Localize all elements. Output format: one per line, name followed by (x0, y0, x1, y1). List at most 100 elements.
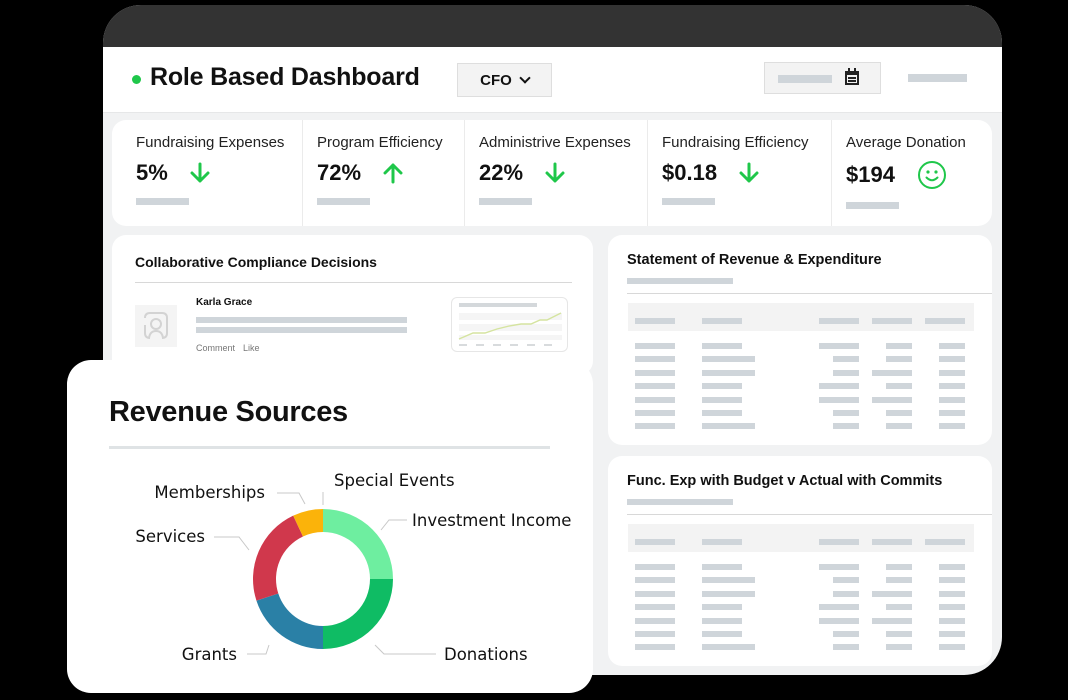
table-cell (702, 590, 755, 597)
table-cell (702, 369, 755, 376)
calendar-icon (845, 68, 859, 85)
table-cell (702, 564, 742, 570)
table-cell (702, 644, 755, 651)
mini-chart-title-placeholder (459, 303, 537, 307)
kpi-value: 72% (317, 160, 362, 185)
table-cell (702, 423, 755, 430)
header-link-placeholder[interactable] (908, 74, 967, 82)
func-exp-title: Func. Exp with Budget v Actual with Comm… (627, 473, 943, 489)
table-cell (886, 644, 912, 651)
table-cell (886, 383, 912, 390)
table-cell (886, 423, 912, 430)
kpi-value: 22% (479, 160, 524, 185)
table-cell (939, 631, 965, 637)
kpi-fundraising-expenses[interactable]: Fundraising Expenses 5% (112, 120, 303, 226)
table-cell (872, 617, 912, 624)
table-cell (819, 604, 859, 611)
table-header-cell (925, 539, 965, 545)
table-cell (635, 590, 675, 597)
status-dot-icon (132, 75, 141, 84)
kpi-placeholder-bar (136, 198, 189, 205)
table-cell (819, 343, 859, 349)
table-cell (702, 631, 742, 637)
subtitle-placeholder (627, 278, 733, 284)
kpi-program-efficiency[interactable]: Program Efficiency 72% (303, 120, 465, 226)
kpi-value: $194 (846, 162, 895, 187)
arrow-down-icon (545, 162, 565, 184)
table-cell (635, 564, 675, 570)
table-cell (833, 631, 859, 637)
table-cell (702, 577, 755, 584)
table-cell (635, 383, 675, 390)
table-cell (939, 423, 965, 430)
table-cell (702, 604, 742, 611)
arrow-down-icon (190, 162, 210, 184)
slice-label-services: Services (135, 527, 205, 546)
table-cell (833, 644, 859, 651)
comment-actions: Comment Like (196, 343, 260, 353)
user-placeholder-icon (144, 312, 168, 339)
donut-slice-investment-income[interactable] (323, 509, 393, 579)
table-header (628, 303, 974, 331)
table-cell (939, 644, 965, 651)
leader-line (374, 644, 436, 655)
table-header (628, 524, 974, 552)
table-cell (833, 577, 859, 584)
kpi-placeholder-bar (479, 198, 532, 205)
table-cell (635, 369, 675, 376)
revenue-sources-card: Revenue Sources Investment Income Donatio… (67, 360, 593, 693)
leader-line (247, 644, 270, 655)
leader-line (214, 536, 250, 551)
table-cell (833, 356, 859, 363)
slice-label-grants: Grants (182, 645, 237, 664)
table-cell (635, 356, 675, 363)
table-cell (702, 356, 755, 363)
table-cell (635, 644, 675, 651)
donut-slice-donations[interactable] (323, 579, 393, 649)
role-dropdown[interactable]: CFO (457, 63, 552, 97)
arrow-down-icon (739, 162, 759, 184)
donut-slice-grants[interactable] (256, 593, 323, 649)
kpi-label: Fundraising Expenses (136, 134, 285, 151)
slice-label-donations: Donations (444, 645, 528, 664)
divider (135, 282, 572, 283)
table-header-cell (635, 539, 675, 545)
kpi-label: Average Donation (846, 134, 966, 151)
table-cell (886, 356, 912, 363)
divider (627, 514, 992, 515)
like-button[interactable]: Like (243, 343, 260, 353)
kpi-placeholder-bar (846, 202, 899, 209)
kpi-placeholder-bar (317, 198, 370, 205)
table-cell (939, 590, 965, 597)
kpi-placeholder-bar (662, 198, 715, 205)
table-cell (635, 343, 675, 349)
table-cell (939, 564, 965, 570)
table-header-cell (872, 539, 912, 545)
table-cell (939, 356, 965, 363)
table-cell (702, 410, 742, 416)
statement-title: Statement of Revenue & Expenditure (627, 252, 882, 268)
kpi-fundraising-efficiency[interactable]: Fundraising Efficiency $0.18 (648, 120, 832, 226)
table-cell (635, 577, 675, 584)
kpi-average-donation[interactable]: Average Donation $194 (832, 120, 992, 226)
comment-button[interactable]: Comment (196, 343, 235, 353)
subtitle-placeholder (627, 499, 733, 505)
table-header-cell (819, 318, 859, 324)
table-cell (819, 396, 859, 403)
table-cell (702, 396, 742, 403)
donut-slice-services[interactable] (253, 515, 303, 601)
leader-line (380, 519, 407, 531)
func-exp-card: Func. Exp with Budget v Actual with Comm… (608, 456, 992, 666)
table-cell (635, 631, 675, 637)
kpi-row: Fundraising Expenses 5% Program Efficien… (112, 120, 992, 226)
kpi-administrive-expenses[interactable]: Administrive Expenses 22% (465, 120, 648, 226)
table-cell (939, 577, 965, 584)
table-cell (939, 410, 965, 416)
table-cell (872, 590, 912, 597)
date-picker[interactable] (764, 62, 881, 94)
page-title: Role Based Dashboard (150, 63, 420, 91)
table-cell (886, 410, 912, 416)
avatar (135, 305, 177, 347)
table-header-cell (872, 318, 912, 324)
date-placeholder (778, 75, 832, 83)
